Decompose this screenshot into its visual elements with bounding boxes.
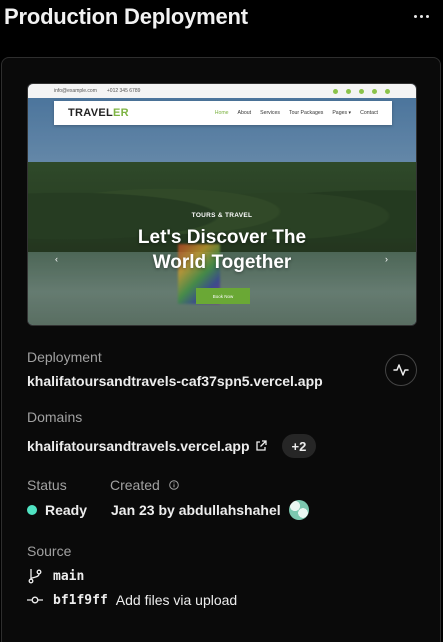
status-dot-icon (27, 505, 37, 515)
more-dot-icon (413, 14, 417, 18)
preview-social-icons (333, 88, 390, 94)
more-dot-icon (425, 14, 429, 18)
external-link-icon[interactable] (255, 440, 267, 452)
activity-button[interactable] (385, 354, 417, 386)
git-commit-icon (27, 592, 43, 608)
preview-navbar: TRAVELER Home About Services Tour Packag… (54, 101, 392, 125)
created-value: Jan 23 by abdullahshahel (111, 502, 281, 518)
info-icon[interactable] (169, 480, 179, 490)
commit-hash: bf1f9ff (53, 592, 108, 608)
created-row: Jan 23 by abdullahshahel (111, 500, 309, 520)
social-icon (359, 88, 364, 94)
preview-cta: Book Now (196, 288, 250, 304)
status-value: Ready (45, 502, 88, 518)
status-label: Status (27, 477, 67, 493)
social-icon (385, 88, 390, 94)
preview-email: info@example.com (54, 88, 97, 94)
social-icon (372, 88, 377, 94)
deployment-label: Deployment (27, 349, 102, 365)
source-label: Source (27, 543, 72, 559)
deployment-url-link[interactable]: khalifatoursandtravels-caf37spn5.vercel.… (27, 373, 323, 389)
preview-topbar: info@example.com +012 345 6789 (28, 84, 416, 98)
preview-nav-link: About (237, 110, 252, 116)
commit-message: Add files via upload (115, 592, 238, 608)
page-title: Production Deployment (4, 4, 248, 29)
created-label: Created (110, 477, 160, 493)
social-icon (346, 88, 351, 94)
chevron-left-icon: ‹ (55, 254, 58, 264)
deployment-preview[interactable]: info@example.com +012 345 6789 TRAVELER … (27, 83, 417, 326)
domains-row: khalifatoursandtravels.vercel.app +2 (27, 434, 317, 458)
more-options-button[interactable] (409, 6, 433, 26)
preview-nav-link: Tour Packages (289, 110, 324, 116)
avatar[interactable] (288, 500, 309, 520)
more-dot-icon (419, 14, 423, 18)
source-commit[interactable]: bf1f9ff Add files via upload (27, 592, 237, 608)
git-branch-icon (27, 568, 43, 584)
status-indicator: Ready (27, 502, 87, 518)
preview-nav-link: Pages ▾ (332, 110, 352, 116)
preview-phone: +012 345 6789 (106, 88, 141, 94)
preview-nav-link: Home (214, 110, 229, 116)
preview-nav-link: Contact (360, 110, 378, 116)
domains-label: Domains (27, 409, 83, 425)
more-domains-button[interactable]: +2 (281, 434, 317, 458)
preview-logo: TRAVELER (68, 107, 129, 119)
preview-headline: Let's Discover The World Together (137, 227, 307, 273)
preview-nav-links: Home About Services Tour Packages Pages … (215, 110, 378, 116)
preview-nav-link: Services (260, 110, 281, 116)
source-branch[interactable]: main (27, 568, 84, 584)
social-icon (333, 88, 338, 94)
deployment-card: info@example.com +012 345 6789 TRAVELER … (1, 57, 441, 642)
preview-kicker: TOURS & TRAVEL (191, 212, 253, 219)
activity-icon (393, 364, 409, 376)
branch-name: main (53, 568, 85, 584)
domain-link[interactable]: khalifatoursandtravels.vercel.app (27, 438, 250, 454)
chevron-right-icon: › (385, 254, 388, 264)
